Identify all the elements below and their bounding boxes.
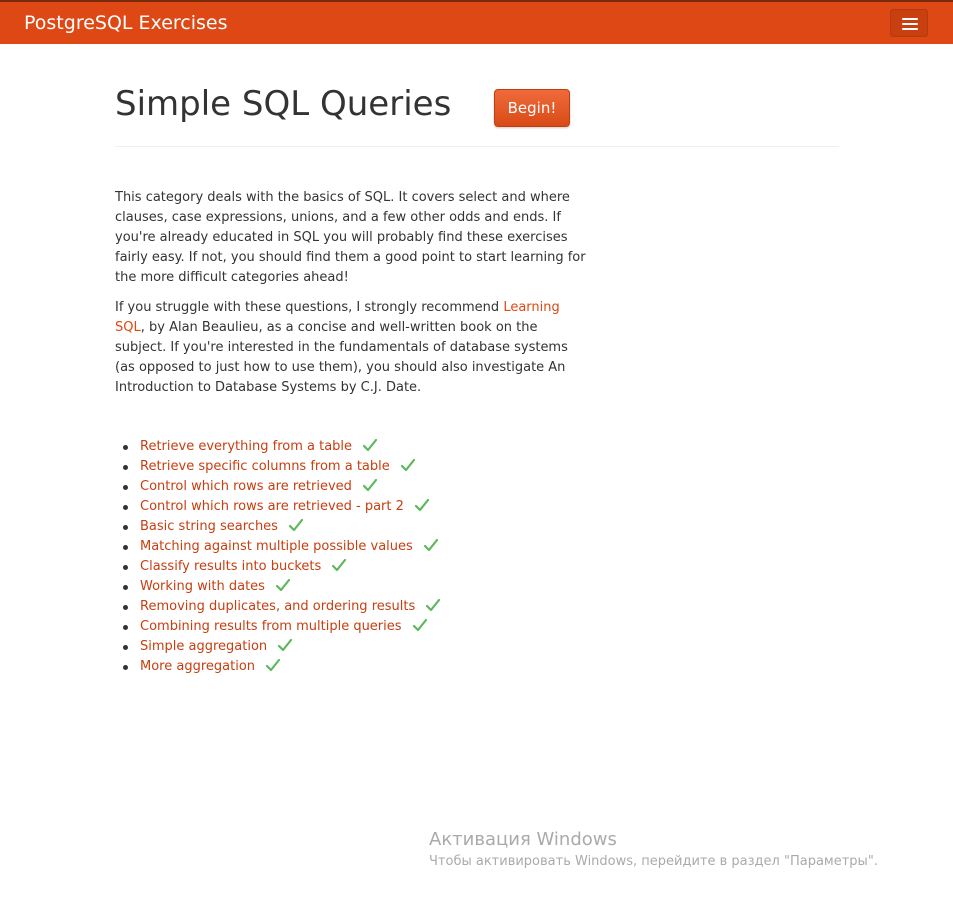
menu-bar-icon bbox=[902, 23, 918, 25]
exercise-link[interactable]: Control which rows are retrieved bbox=[140, 479, 352, 494]
exercise-list-item: Basic string searches bbox=[122, 517, 441, 537]
exercise-list-item: Simple aggregation bbox=[122, 637, 441, 657]
completed-check-icon bbox=[332, 558, 347, 572]
exercise-list-item: Working with dates bbox=[122, 577, 441, 597]
windows-activation-watermark: Активация Windows Чтобы активировать Win… bbox=[429, 828, 878, 871]
completed-check-icon bbox=[423, 538, 438, 552]
exercise-list-item: Removing duplicates, and ordering result… bbox=[122, 597, 441, 617]
completed-check-icon bbox=[275, 578, 291, 592]
exercise-list-item: Retrieve specific columns from a table bbox=[122, 457, 441, 477]
exercise-list-item: Control which rows are retrieved - part … bbox=[122, 497, 441, 517]
menu-bar-icon bbox=[902, 18, 918, 20]
exercise-link[interactable]: Retrieve specific columns from a table bbox=[140, 459, 390, 474]
completed-check-icon bbox=[412, 618, 427, 632]
description-paragraph: This category deals with the basics of S… bbox=[115, 190, 586, 285]
watermark-subtitle: Чтобы активировать Windows, перейдите в … bbox=[429, 854, 878, 869]
description-text: , by Alan Beaulieu, as a concise and wel… bbox=[115, 320, 568, 395]
exercise-list-item: Retrieve everything from a table bbox=[122, 437, 441, 457]
completed-check-icon bbox=[265, 658, 281, 672]
exercise-list-item: Classify results into buckets bbox=[122, 557, 441, 577]
exercise-link[interactable]: Simple aggregation bbox=[140, 639, 267, 654]
exercise-link[interactable]: Working with dates bbox=[140, 579, 265, 594]
exercise-link[interactable]: More aggregation bbox=[140, 659, 255, 674]
description-text: If you struggle with these questions, I … bbox=[115, 300, 504, 315]
exercise-link[interactable]: Matching against multiple possible value… bbox=[140, 539, 413, 554]
exercise-link[interactable]: Classify results into buckets bbox=[140, 559, 321, 574]
divider bbox=[115, 146, 839, 147]
menu-bar-icon bbox=[902, 28, 918, 30]
completed-check-icon bbox=[362, 438, 378, 452]
completed-check-icon bbox=[288, 518, 304, 532]
begin-button[interactable]: Begin! bbox=[494, 89, 570, 127]
exercise-link[interactable]: Combining results from multiple queries bbox=[140, 619, 402, 634]
navbar-brand[interactable]: PostgreSQL Exercises bbox=[24, 11, 228, 35]
exercise-link[interactable]: Retrieve everything from a table bbox=[140, 439, 352, 454]
completed-check-icon bbox=[400, 458, 415, 472]
exercise-link[interactable]: Control which rows are retrieved - part … bbox=[140, 499, 404, 514]
exercise-list-item: Combining results from multiple queries bbox=[122, 617, 441, 637]
hamburger-menu-button[interactable] bbox=[890, 9, 928, 37]
exercise-link[interactable]: Removing duplicates, and ordering result… bbox=[140, 599, 415, 614]
exercise-list: Retrieve everything from a table Retrieve… bbox=[122, 437, 441, 677]
navbar: PostgreSQL Exercises bbox=[0, 0, 953, 44]
category-description: This category deals with the basics of S… bbox=[115, 188, 587, 408]
watermark-title: Активация Windows bbox=[429, 829, 617, 850]
description-paragraph: If you struggle with these questions, I … bbox=[115, 298, 587, 398]
exercise-list-item: Control which rows are retrieved bbox=[122, 477, 441, 497]
exercise-list-item: More aggregation bbox=[122, 657, 441, 677]
completed-check-icon bbox=[278, 638, 293, 652]
exercise-list-item: Matching against multiple possible value… bbox=[122, 537, 441, 557]
completed-check-icon bbox=[414, 498, 430, 512]
page-title: Simple SQL Queries bbox=[115, 84, 452, 124]
completed-check-icon bbox=[426, 598, 441, 612]
completed-check-icon bbox=[362, 478, 377, 492]
exercise-link[interactable]: Basic string searches bbox=[140, 519, 278, 534]
